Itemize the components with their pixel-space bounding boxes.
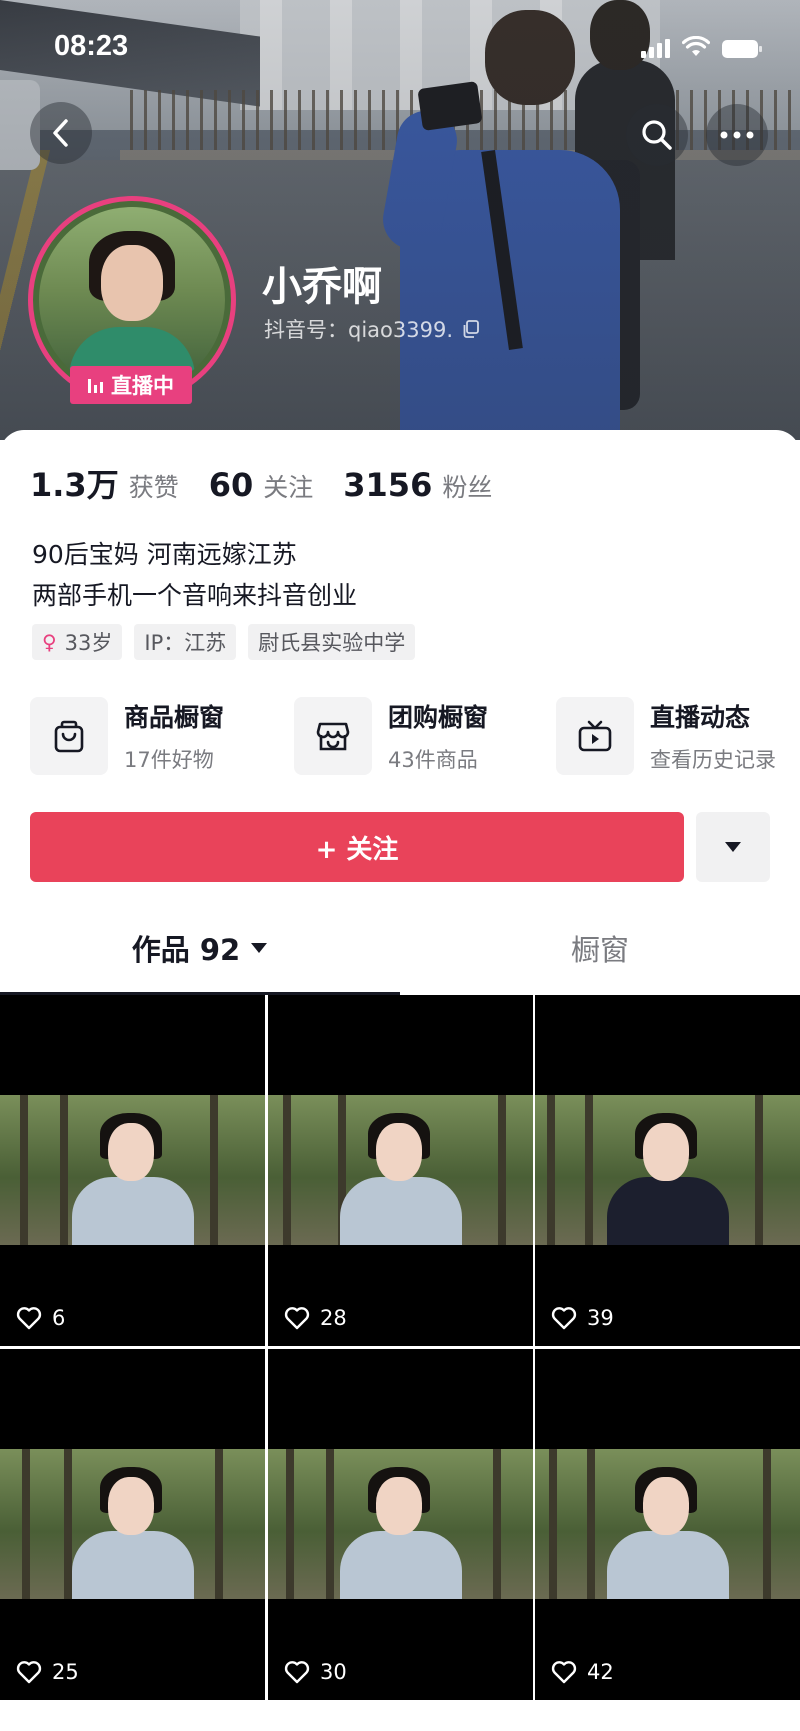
video-thumbnail[interactable]: 25 [0, 1349, 265, 1700]
video-grid: 6 28 39 25 30 42 [0, 995, 800, 1731]
search-button[interactable] [626, 104, 688, 166]
shortcut-title: 团购橱窗 [388, 703, 489, 732]
store-icon [316, 722, 350, 751]
heart-icon [16, 1307, 42, 1330]
heart-icon [551, 1307, 577, 1330]
video-thumbnail[interactable]: 28 [268, 995, 533, 1346]
tab-showcase-label: 橱窗 [570, 933, 629, 967]
chevron-left-icon [53, 119, 68, 147]
age-tag: ♀ 33岁 [32, 624, 123, 660]
caret-down-icon [251, 943, 268, 953]
video-thumbnail[interactable]: 39 [535, 995, 800, 1346]
stat-following[interactable]: 60 关注 [209, 466, 314, 504]
female-icon: ♀ [42, 630, 57, 654]
tab-works[interactable]: 作品 92 [0, 900, 400, 996]
shortcut-product-showcase[interactable]: 商品橱窗 17件好物 [30, 696, 224, 776]
heart-icon [16, 1661, 42, 1684]
battery-icon [722, 40, 762, 58]
ellipsis-icon [720, 131, 754, 139]
heart-icon [284, 1307, 310, 1330]
shopping-bag-icon [54, 720, 84, 753]
video-like-count: 28 [320, 1306, 347, 1330]
video-like-count: 30 [320, 1660, 347, 1684]
back-button[interactable] [30, 102, 92, 164]
tab-showcase[interactable]: 橱窗 [400, 900, 800, 996]
stat-followers-label: 粉丝 [442, 473, 493, 502]
follow-button[interactable]: + 关注 [30, 812, 684, 882]
stat-likes-label: 获赞 [128, 473, 179, 502]
signal-icon [641, 39, 670, 58]
stat-following-label: 关注 [263, 473, 314, 502]
video-like-count: 25 [52, 1660, 79, 1684]
more-options-button[interactable] [706, 104, 768, 166]
stat-likes-value: 1.3万 [30, 466, 119, 504]
stat-followers[interactable]: 3156 粉丝 [343, 466, 492, 504]
copy-icon [463, 320, 479, 338]
home-indicator[interactable] [258, 1708, 542, 1717]
stat-likes[interactable]: 1.3万 获赞 [30, 460, 179, 506]
shortcut-subtitle: 43件商品 [388, 748, 478, 772]
bio-line-2: 两部手机一个音响来抖音创业 [32, 581, 358, 610]
stat-followers-value: 3156 [343, 466, 433, 504]
live-badge-label: 直播中 [111, 374, 174, 398]
video-thumbnail[interactable]: 30 [268, 1349, 533, 1700]
follow-button-label: + 关注 [315, 834, 399, 865]
ip-tag: IP：江苏 [134, 624, 237, 660]
shortcut-row: 商品橱窗 17件好物 团购橱窗 43件商品 直播动态 查看历史记录 [30, 696, 800, 776]
profile-tags: ♀ 33岁 IP：江苏 尉氏县实验中学 [32, 624, 416, 660]
school-tag-label: 尉氏县实验中学 [258, 631, 406, 655]
stat-following-value: 60 [208, 466, 254, 504]
shortcut-title: 直播动态 [650, 703, 751, 732]
caret-down-icon [725, 842, 741, 852]
ip-tag-label: IP：江苏 [144, 631, 227, 655]
shortcut-title: 商品橱窗 [124, 703, 225, 732]
status-time: 08:23 [54, 30, 129, 62]
shortcut-group-buy[interactable]: 团购橱窗 43件商品 [294, 696, 488, 776]
video-thumbnail[interactable]: 6 [0, 995, 265, 1346]
shortcut-subtitle: 查看历史记录 [650, 748, 776, 772]
shortcut-subtitle: 17件好物 [124, 748, 214, 772]
douyin-id-text: 抖音号：qiao3399. [264, 318, 453, 342]
video-thumbnail[interactable]: 42 [535, 1349, 800, 1700]
heart-icon [284, 1661, 310, 1684]
school-tag[interactable]: 尉氏县实验中学 [248, 624, 416, 660]
video-like-count: 39 [587, 1306, 614, 1330]
douyin-id[interactable]: 抖音号：qiao3399. [264, 314, 479, 344]
profile-stats: 1.3万 获赞 60 关注 3156 粉丝 [30, 460, 522, 506]
age-tag-label: 33岁 [64, 631, 113, 655]
live-badge[interactable]: 直播中 [70, 366, 192, 404]
tv-icon [578, 720, 612, 752]
profile-tabs: 作品 92 橱窗 [0, 900, 800, 996]
profile-bio: 90后宝妈 河南远嫁江苏 两部手机一个音响来抖音创业 [32, 534, 357, 616]
live-bars-icon [88, 377, 103, 393]
recommend-dropdown-button[interactable] [696, 812, 770, 882]
video-like-count: 42 [587, 1660, 614, 1684]
heart-icon [551, 1661, 577, 1684]
status-bar: 08:23 [0, 0, 800, 90]
search-icon [642, 120, 672, 150]
wifi-icon [682, 36, 710, 56]
bio-line-1: 90后宝妈 河南远嫁江苏 [32, 540, 297, 569]
shortcut-live-history[interactable]: 直播动态 查看历史记录 [556, 696, 776, 776]
video-like-count: 6 [52, 1306, 66, 1330]
profile-nickname: 小乔啊 [262, 264, 382, 310]
tab-works-label: 作品 92 [131, 933, 241, 967]
profile-card: 1.3万 获赞 60 关注 3156 粉丝 90后宝妈 河南远嫁江苏 两部手机一… [0, 430, 800, 1731]
